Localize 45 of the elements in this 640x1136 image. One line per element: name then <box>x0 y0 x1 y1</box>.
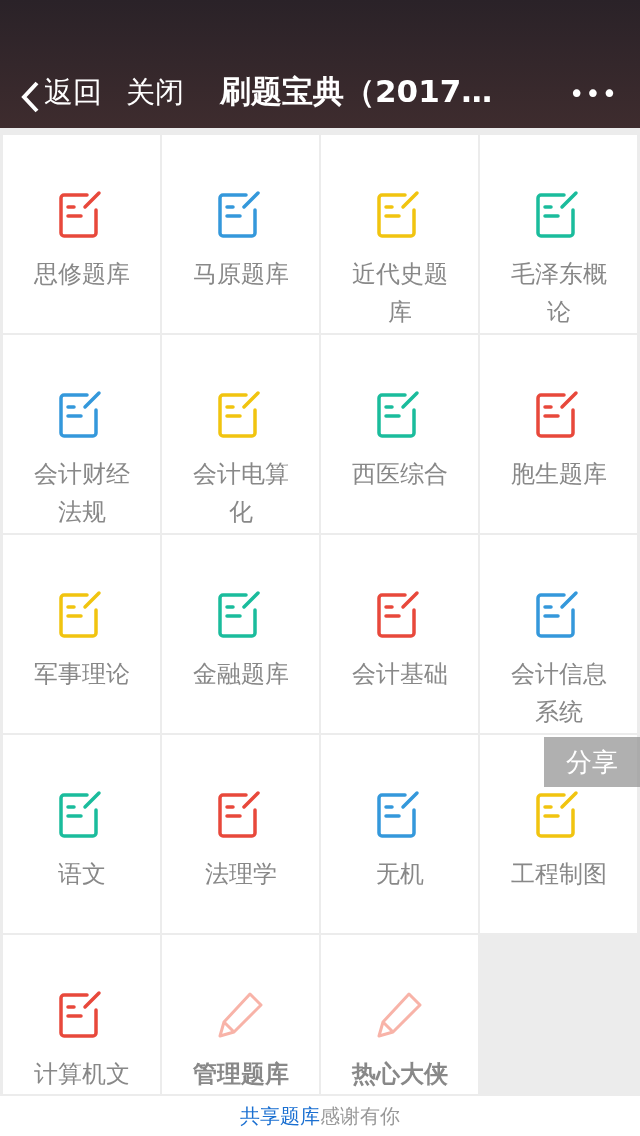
share-link[interactable]: 共享题库 <box>240 1104 320 1128</box>
subject-tile[interactable]: 金融题库 <box>162 535 319 733</box>
subject-label: 语文 <box>56 859 107 890</box>
subject-label: 毛泽东概论 <box>509 259 608 328</box>
subject-tile[interactable]: 马原题库 <box>162 135 319 333</box>
subject-tile[interactable]: 热心大侠 <box>321 935 478 1094</box>
subject-tile[interactable]: 会计信息系统 <box>480 535 637 733</box>
subject-label: 管理题库 <box>191 1059 290 1090</box>
subject-label: 金融题库 <box>191 659 290 690</box>
subject-label: 无机 <box>374 859 425 890</box>
subject-label: 军事理论 <box>32 659 131 690</box>
subject-tile[interactable]: 军事理论 <box>3 535 160 733</box>
share-button[interactable]: 分享 <box>544 737 640 787</box>
subject-label: 工程制图 <box>509 859 608 890</box>
subject-label: 会计电算化 <box>191 459 290 528</box>
subject-label: 会计基础 <box>350 659 449 690</box>
subject-label: 思修题库 <box>32 259 131 290</box>
subject-tile[interactable]: 会计基础 <box>321 535 478 733</box>
subject-tile[interactable]: 会计财经法规 <box>3 335 160 533</box>
window-title: 刷题宝典（2017… <box>220 71 493 111</box>
subject-tile[interactable]: 毛泽东概论 <box>480 135 637 333</box>
subject-label: 热心大侠 <box>350 1059 449 1090</box>
subject-label: 西医综合 <box>350 459 449 490</box>
subject-tile[interactable]: 西医综合 <box>321 335 478 533</box>
back-link[interactable]: 返回 <box>44 70 102 114</box>
subject-label: 会计信息系统 <box>509 659 608 728</box>
more-icon[interactable]: ••• <box>569 75 618 114</box>
subject-tile[interactable]: 近代史题库 <box>321 135 478 333</box>
subject-tile[interactable]: 计算机文 <box>3 935 160 1094</box>
subject-label: 法理学 <box>203 859 278 890</box>
subject-label: 马原题库 <box>191 259 290 290</box>
subject-label: 胞生题库 <box>509 459 608 490</box>
subject-label: 近代史题库 <box>350 259 449 328</box>
subject-tile[interactable]: 思修题库 <box>3 135 160 333</box>
subject-label: 会计财经法规 <box>32 459 131 528</box>
footer-text: 共享题库感谢有你 <box>0 1096 640 1136</box>
subject-tile[interactable]: 胞生题库 <box>480 335 637 533</box>
close-link[interactable]: 关闭 <box>126 70 184 114</box>
subject-tile[interactable]: 语文 <box>3 735 160 933</box>
subject-tile[interactable]: 会计电算化 <box>162 335 319 533</box>
subject-tile[interactable]: 法理学 <box>162 735 319 933</box>
subject-tile[interactable]: 管理题库 <box>162 935 319 1094</box>
subject-tile[interactable]: 无机 <box>321 735 478 933</box>
subject-label: 计算机文 <box>32 1059 131 1090</box>
back-icon[interactable] <box>20 80 40 114</box>
